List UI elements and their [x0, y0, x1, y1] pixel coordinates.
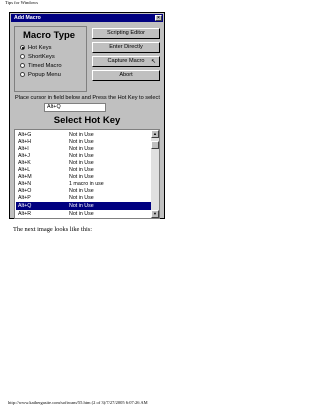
hotkey-input[interactable]: Alt+Q: [44, 103, 106, 112]
instruction-text: Place cursor in field below and Press th…: [15, 95, 160, 101]
list-item[interactable]: Alt+R Not in Use: [16, 210, 152, 218]
scroll-thumb[interactable]: [151, 141, 159, 149]
page-footer: http://www.kathergasite.com/softwam/55.h…: [8, 400, 148, 405]
scripting-editor-button[interactable]: Scripting Editor: [92, 28, 160, 39]
list-item[interactable]: Alt+P Not in Use: [16, 194, 152, 202]
macro-type-group: Macro Type Hot Keys ShortKeys Timed Macr…: [14, 26, 87, 92]
usage-status: Not in Use: [69, 195, 94, 201]
hot-key-list[interactable]: Alt+G Not in Use Alt+H Not in Use Alt+I Not…: [14, 129, 160, 219]
mouse-cursor-icon: ↖: [150, 59, 156, 65]
select-hot-key-title: Select Hot Key: [53, 115, 121, 126]
add-macro-dialog: Add Macro × Macro Type Hot Keys ShortKey…: [9, 12, 165, 219]
hot-key: Alt+Q: [18, 203, 32, 209]
radio-icon[interactable]: [20, 72, 25, 77]
page-header: Tips for Windows: [5, 0, 38, 5]
scrollbar[interactable]: ▲ ▼: [151, 130, 159, 218]
capture-macro-button[interactable]: Capture Macro ↖: [92, 56, 160, 67]
hot-key: Alt+P: [18, 195, 31, 201]
radio-label: Popup Menu: [28, 71, 61, 78]
capture-macro-label: Capture Macro: [107, 58, 145, 64]
dialog-title: Add Macro: [14, 15, 41, 21]
scroll-down-button[interactable]: ▼: [151, 210, 159, 218]
radio-icon[interactable]: [20, 63, 25, 68]
scroll-up-button[interactable]: ▲: [151, 130, 159, 138]
caption-text: The next image looks like this:: [13, 226, 92, 233]
radio-popup-menu[interactable]: Popup Menu: [20, 70, 61, 79]
radio-label: Hot Keys: [28, 44, 52, 51]
list-item-selected[interactable]: Alt+Q Not in Use: [16, 202, 152, 210]
usage-status: Not in Use: [69, 203, 94, 209]
radio-timed-macro[interactable]: Timed Macro: [20, 61, 62, 70]
radio-label: Timed Macro: [28, 62, 62, 69]
radio-label: ShortKeys: [28, 53, 55, 60]
hot-key: Alt+R: [18, 211, 32, 217]
enter-directly-button[interactable]: Enter Directly: [92, 42, 160, 53]
radio-shortkeys[interactable]: ShortKeys: [20, 52, 55, 61]
radio-icon[interactable]: [20, 54, 25, 59]
radio-hot-keys[interactable]: Hot Keys: [20, 43, 52, 52]
usage-status: Not in Use: [69, 211, 94, 217]
abort-button[interactable]: Abort: [92, 70, 160, 81]
close-button[interactable]: ×: [155, 15, 162, 21]
title-bar[interactable]: Add Macro ×: [11, 14, 163, 22]
radio-icon[interactable]: [20, 45, 25, 50]
macro-type-title: Macro Type: [23, 30, 76, 41]
